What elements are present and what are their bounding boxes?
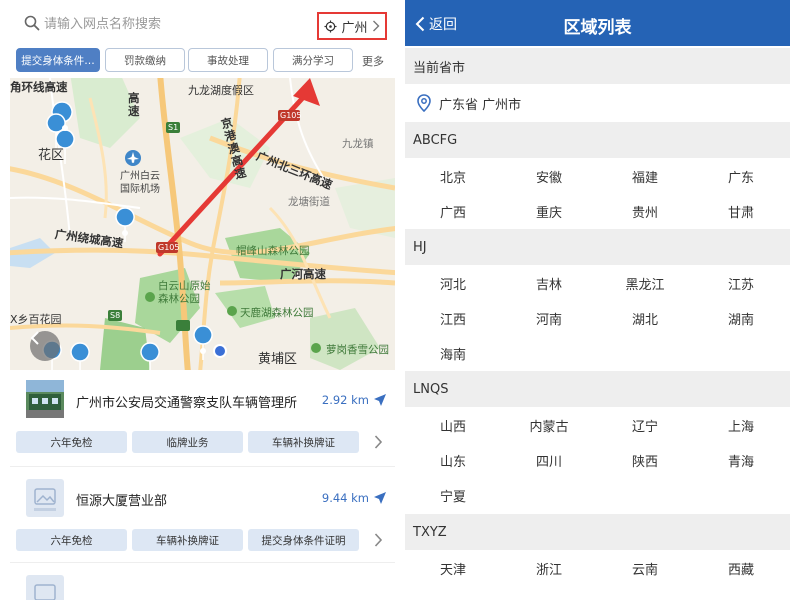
station-distance: 2.92 km [321, 393, 369, 407]
navigate-arrow-icon[interactable] [373, 393, 387, 407]
map-label-airport: 广州白云 国际机场 [120, 171, 160, 195]
section-header-group: TXYZ [405, 514, 790, 550]
map-shield-g105: G105 [280, 111, 302, 120]
station-name: 广州市公安局交通警察支队车辆管理所 [76, 396, 298, 411]
city-label: 广州 [341, 20, 368, 36]
map-label-huadu: 花区 [38, 148, 65, 163]
map-label-huangpu: 黄埔区 [258, 352, 298, 367]
chevron-right-icon[interactable] [374, 533, 383, 547]
section-header-current: 当前省市 [405, 48, 790, 84]
province-item[interactable]: 广东 [693, 158, 789, 194]
service-tag: 六年免检 [16, 529, 127, 551]
province-item[interactable]: 吉林 [501, 265, 597, 301]
search-bar: 广州 [10, 0, 395, 46]
filter-fine-payment[interactable]: 罚款缴纳 [105, 48, 185, 72]
top-bar: 返回 区域列表 [405, 0, 790, 46]
map-collapse-button[interactable] [30, 331, 60, 361]
map-label-jiulong-lake: 九龙湖度假区 [188, 84, 254, 97]
province-item[interactable]: 内蒙古 [501, 407, 597, 443]
map-shield-s8: S8 [110, 311, 121, 320]
current-location-row[interactable]: 广东省 广州市 [405, 84, 790, 120]
section-header-group: HJ [405, 229, 790, 265]
map-label-luogang: 萝岗香雪公园 [326, 344, 389, 356]
service-tag: 车辆补换牌证 [132, 529, 243, 551]
province-item[interactable]: 安徽 [501, 158, 597, 194]
page-title: 区域列表 [563, 18, 632, 38]
station-card[interactable]: 恒源大厦营业部 9.44 km 六年免检 车辆补换牌证 提交身体条件证明 [10, 466, 395, 562]
map-label-expressway: 角环线高速 [10, 80, 68, 94]
search-icon [24, 15, 40, 31]
province-item[interactable]: 青海 [693, 442, 789, 478]
station-name: 恒源大厦营业部 [76, 494, 168, 509]
map-label-guanghe: 广河高速 [280, 267, 326, 281]
province-item[interactable]: 北京 [405, 158, 501, 194]
province-item[interactable]: 浙江 [501, 550, 597, 586]
map-shield-g105-south: G105 [158, 243, 180, 252]
map-search-panel: 广州 提交身体条件… 罚款缴纳 事故处理 满分学习 更多 [10, 0, 395, 600]
province-item[interactable]: 四川 [501, 442, 597, 478]
province-item[interactable]: 黑龙江 [597, 265, 693, 301]
section-header-group: LNQS [405, 371, 790, 407]
service-tag: 临牌业务 [132, 431, 243, 453]
province-item[interactable]: 广西 [405, 193, 501, 229]
map-label-longtang: 龙塘街道 [288, 196, 330, 208]
province-item[interactable]: 天津 [405, 550, 501, 586]
province-item[interactable]: 福建 [597, 158, 693, 194]
province-item[interactable]: 陕西 [597, 442, 693, 478]
region-list-panel: 返回 区域列表 当前省市 广东省 广州市 ABCFG 北京 安徽 福建 广东 广… [405, 0, 790, 600]
service-tag: 提交身体条件证明 [248, 529, 359, 551]
filter-accident[interactable]: 事故处理 [188, 48, 268, 72]
map-label-baihua-garden: X乡百花园 [10, 313, 62, 326]
province-item[interactable]: 湖南 [693, 300, 789, 336]
station-card[interactable]: 广州市公安局交通警察支队车辆管理所 2.92 km 六年免检 临牌业务 车辆补换… [10, 370, 395, 466]
location-pin-icon [417, 94, 431, 112]
map-label-jiulong: 九龙镇 [342, 138, 374, 150]
city-select-button[interactable]: 广州 [317, 12, 387, 40]
station-card[interactable] [10, 562, 395, 600]
province-item[interactable]: 上海 [693, 407, 789, 443]
province-item[interactable]: 河南 [501, 300, 597, 336]
filter-physical-condition[interactable]: 提交身体条件… [16, 48, 100, 72]
province-item[interactable]: 云南 [597, 550, 693, 586]
station-photo [26, 380, 64, 418]
filter-more-link[interactable]: 更多 [362, 53, 384, 69]
map-label-baiyun-mountain: 白云山原始 森林公园 [158, 280, 211, 305]
service-filter-row: 提交身体条件… 罚款缴纳 事故处理 满分学习 更多 [10, 48, 395, 74]
chevron-left-icon [30, 331, 39, 345]
station-distance: 9.44 km [321, 491, 369, 505]
province-item[interactable]: 江西 [405, 300, 501, 336]
current-location-dot [213, 344, 227, 358]
station-placeholder-image [26, 575, 64, 600]
section-header-group: ABCFG [405, 122, 790, 158]
current-location-text: 广东省 广州市 [439, 98, 522, 113]
filter-full-score-study[interactable]: 满分学习 [273, 48, 353, 72]
province-item[interactable]: 西藏 [693, 550, 789, 586]
province-item[interactable]: 河北 [405, 265, 501, 301]
map-view[interactable]: 角环线高速 九龙湖度假区 高速 花区 广州白云 国际机场 京港澳高速 广州北三环… [10, 78, 395, 370]
province-item[interactable]: 重庆 [501, 193, 597, 229]
province-item[interactable]: 江苏 [693, 265, 789, 301]
chevron-right-icon [372, 20, 379, 32]
map-label-expressway-vertical: 高速 [128, 91, 140, 118]
province-item[interactable]: 辽宁 [597, 407, 693, 443]
locate-icon [324, 19, 338, 33]
chevron-right-icon[interactable] [374, 435, 383, 449]
service-tag: 车辆补换牌证 [248, 431, 359, 453]
province-item[interactable]: 山东 [405, 442, 501, 478]
province-item[interactable]: 甘肃 [693, 193, 789, 229]
map-label-maofeng: 帽峰山森林公园 [236, 245, 310, 257]
station-placeholder-image [26, 479, 64, 517]
province-item[interactable]: 宁夏 [405, 477, 501, 513]
navigate-arrow-icon[interactable] [373, 491, 387, 505]
province-item[interactable]: 海南 [405, 335, 501, 371]
service-tag: 六年免检 [16, 431, 127, 453]
map-label-tianlu-lake: 天鹿湖森林公园 [240, 307, 314, 319]
province-item[interactable]: 贵州 [597, 193, 693, 229]
province-item[interactable]: 湖北 [597, 300, 693, 336]
province-item[interactable]: 山西 [405, 407, 501, 443]
map-shield-s1: S1 [168, 123, 179, 132]
search-input[interactable] [44, 13, 294, 35]
map-background [10, 78, 395, 370]
